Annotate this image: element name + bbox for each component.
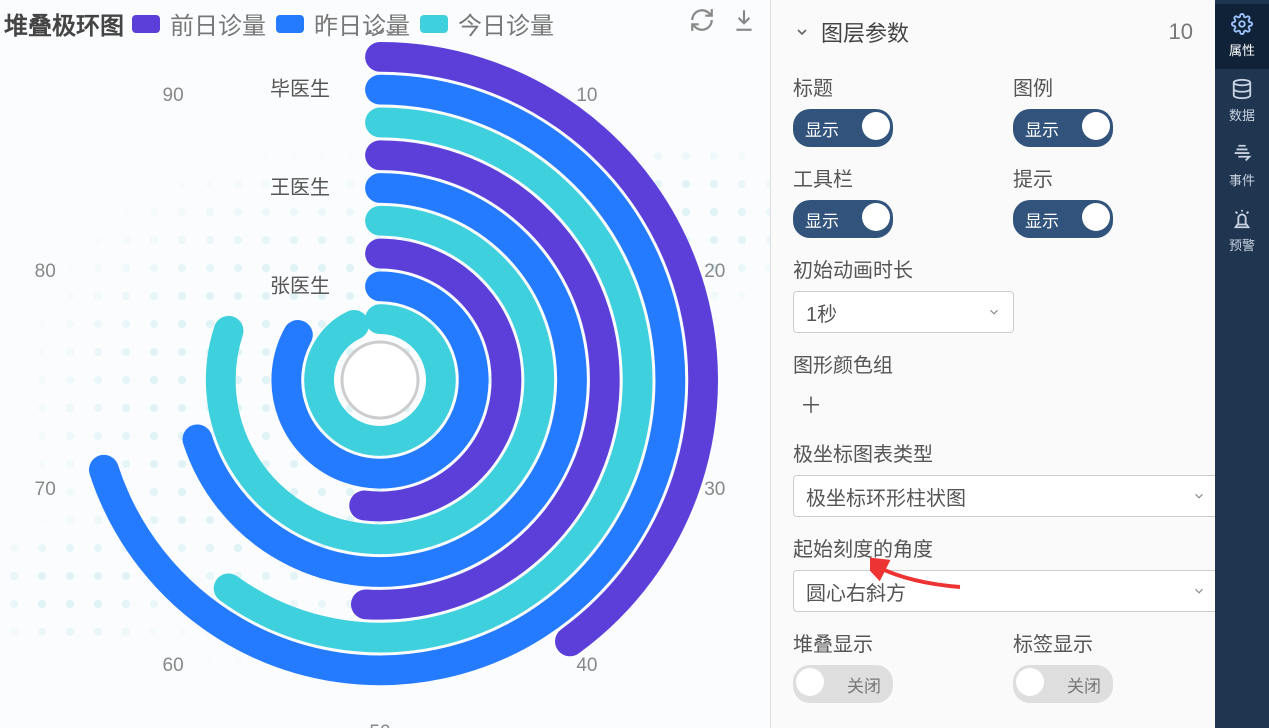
legend-swatch-1 [276,15,304,33]
toggle-toolbar-show[interactable]: 显示 [793,200,893,238]
download-icon[interactable] [730,6,758,34]
svg-text:70: 70 [35,479,56,500]
field-label-start-angle: 起始刻度的角度 [793,533,1193,562]
toggle-tooltip-show[interactable]: 显示 [1013,200,1113,238]
rail-tab-data[interactable]: 数据 [1215,69,1269,134]
field-label-palette: 图形颜色组 [793,349,1193,378]
svg-text:90: 90 [163,85,184,106]
properties-panel: 图层参数 10 标题 显示 图例 显示 工具栏 [770,0,1215,728]
field-label-labels: 标签显示 [1013,628,1193,657]
chevron-down-icon [793,23,811,41]
field-label-stack: 堆叠显示 [793,628,973,657]
svg-text:50: 50 [369,722,390,728]
rail-tab-properties[interactable]: 属性 [1215,4,1269,69]
legend-label-2: 今日诊量 [458,6,554,41]
svg-text:60: 60 [163,655,184,676]
field-label-tooltip: 提示 [1013,163,1193,192]
alert-icon [1230,207,1254,231]
toggle-labels[interactable]: 关闭 [1013,665,1113,703]
toggle-legend-show[interactable]: 显示 [1013,109,1113,147]
field-label-toolbar: 工具栏 [793,163,973,192]
svg-text:20: 20 [704,261,725,282]
select-polar-type[interactable]: 极坐标环形柱状图 [793,475,1215,517]
legend-swatch-0 [132,15,160,33]
svg-text:毕医生: 毕医生 [270,78,330,101]
svg-text:40: 40 [576,655,597,676]
chevron-down-icon [987,305,1001,319]
rail-tab-alert[interactable]: 预警 [1215,199,1269,264]
section-count-layer: 10 [1169,19,1193,45]
select-start-angle[interactable]: 圆心右斜方 [793,570,1215,612]
refresh-icon[interactable] [688,6,716,34]
field-label-legend: 图例 [1013,72,1193,101]
svg-text:80: 80 [35,261,56,282]
field-label-title: 标题 [793,72,973,101]
svg-text:张医生: 张医生 [270,274,330,297]
select-anim-duration[interactable]: 1秒 [793,291,1014,333]
add-color-button[interactable]: ＋ [793,386,829,422]
toggle-title-show[interactable]: 显示 [793,109,893,147]
polar-chart: 0102030405060708090100张医生王医生毕医生 [0,30,770,728]
toggle-stack[interactable]: 关闭 [793,665,893,703]
event-icon [1230,142,1254,166]
chart-canvas: 堆叠极环图 前日诊量 昨日诊量 今日诊量 0102030405060708090… [0,0,770,728]
field-label-polar-type: 极坐标图表类型 [793,438,1193,467]
svg-text:30: 30 [704,479,725,500]
section-title-layer: 图层参数 [821,16,909,48]
field-label-anim: 初始动画时长 [793,254,1193,283]
section-header-layer[interactable]: 图层参数 10 [771,0,1215,64]
rail-tab-event[interactable]: 事件 [1215,134,1269,199]
database-icon [1230,77,1254,101]
settings-icon [1230,12,1254,36]
legend-label-0: 前日诊量 [170,6,266,41]
chevron-down-icon [1192,489,1206,503]
svg-text:王医生: 王医生 [270,176,330,199]
svg-text:10: 10 [576,85,597,106]
chart-title: 堆叠极环图 [4,6,124,41]
legend-swatch-2 [420,15,448,33]
legend-label-1: 昨日诊量 [314,6,410,41]
chart-legend: 前日诊量 昨日诊量 今日诊量 [132,6,564,41]
chevron-down-icon [1192,584,1206,598]
right-rail: 属性 数据 事件 预警 [1215,0,1269,728]
